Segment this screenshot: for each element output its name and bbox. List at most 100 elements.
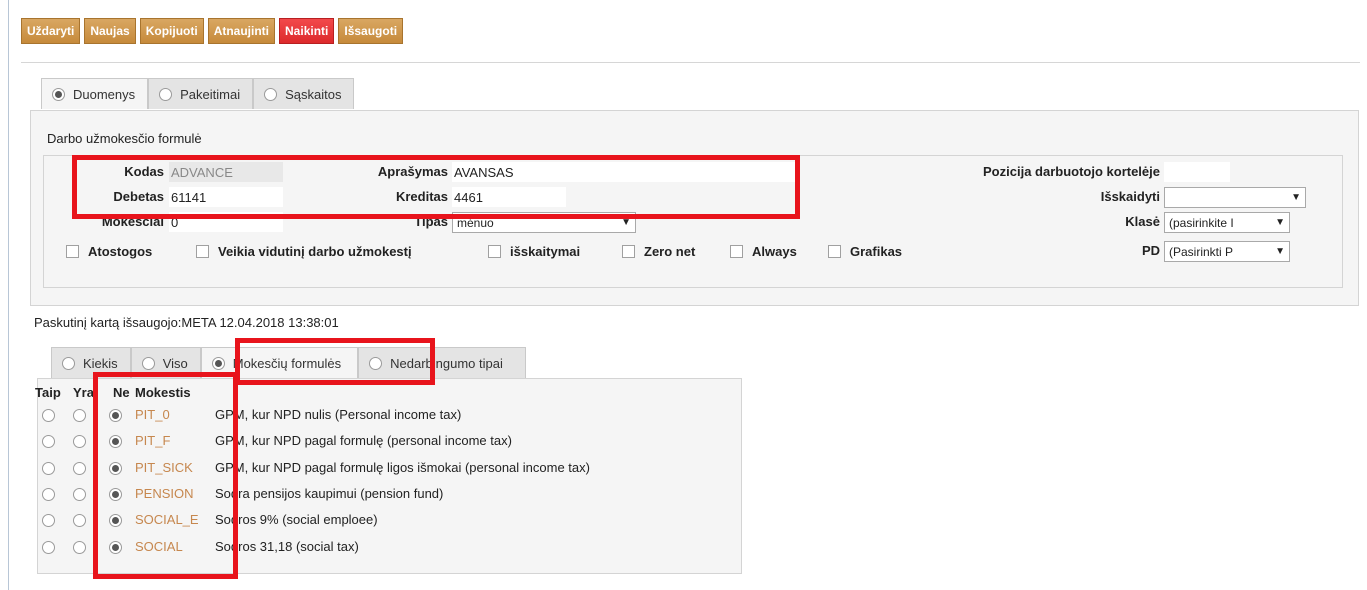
formula-fieldset: Kodas Aprašymas Pozicija darbuotojo kort…	[43, 155, 1343, 288]
debetas-field[interactable]	[169, 187, 283, 207]
refresh-button[interactable]: Atnaujinti	[207, 18, 276, 44]
header-mokestis: Mokestis	[135, 385, 191, 400]
header-ne: Ne	[113, 385, 130, 400]
vidutinis-checkbox[interactable]: Veikia vidutinį darbo užmokestį	[196, 244, 412, 259]
taip-radio[interactable]	[42, 462, 55, 475]
mokesciai-field[interactable]	[169, 212, 283, 232]
checkbox-label: Zero net	[644, 244, 696, 259]
tax-description: GPM, kur NPD nulis (Personal income tax)	[215, 407, 462, 422]
tab-saskaitos[interactable]: Sąskaitos	[253, 78, 355, 109]
yra-radio[interactable]	[73, 541, 86, 554]
ne-radio[interactable]	[109, 409, 122, 422]
radio-icon	[369, 356, 383, 370]
always-checkbox[interactable]: Always	[730, 244, 797, 259]
page-frame: Uždaryti Naujas Kopijuoti Atnaujinti Nai…	[8, 0, 1367, 590]
table-row: PIT_SICK GPM, kur NPD pagal formulę ligo…	[9, 458, 709, 480]
ne-radio[interactable]	[109, 462, 122, 475]
kreditas-field[interactable]	[452, 187, 566, 207]
taip-radio[interactable]	[42, 541, 55, 554]
zero-net-checkbox[interactable]: Zero net	[622, 244, 695, 259]
chevron-down-icon: ▼	[1291, 192, 1301, 203]
tax-code-link[interactable]: PIT_SICK	[135, 460, 193, 475]
debetas-label: Debetas	[113, 189, 164, 204]
radio-icon	[52, 87, 65, 101]
tab-label: Nedarbingumo tipai	[390, 355, 503, 371]
tax-description: Sodros 31,18 (social tax)	[215, 539, 359, 554]
delete-button[interactable]: Naikinti	[279, 18, 335, 44]
ne-radio[interactable]	[109, 541, 122, 554]
toolbar: Uždaryti Naujas Kopijuoti Atnaujinti Nai…	[21, 18, 404, 44]
tab-nedarbingumo-tipai[interactable]: Nedarbingumo tipai	[358, 347, 526, 378]
checkbox-icon	[622, 245, 635, 258]
tab-label: Duomenys	[73, 86, 136, 102]
klase-select[interactable]: (pasirinkite I ▼	[1164, 212, 1290, 233]
yra-radio[interactable]	[73, 409, 86, 422]
checkbox-icon	[730, 245, 743, 258]
tax-code-link[interactable]: PENSION	[135, 486, 194, 501]
tipas-select[interactable]: mėnuo ▼	[452, 212, 636, 233]
select-value: (Pasirinkti P	[1169, 244, 1234, 259]
tab-duomenys[interactable]: Duomenys	[41, 78, 149, 109]
radio-icon	[62, 356, 75, 370]
tab-label: Mokesčių formulės	[232, 355, 342, 371]
tax-code-link[interactable]: SOCIAL	[135, 539, 183, 554]
tab-mokesciu-formules[interactable]: Mokesčių formulės	[200, 347, 359, 378]
radio-icon	[141, 356, 155, 370]
checkbox-icon	[66, 245, 79, 258]
checkbox-label: Always	[752, 244, 797, 259]
new-button[interactable]: Naujas	[84, 18, 136, 44]
data-panel: Darbo užmokesčio formulė Kodas Aprašymas…	[30, 110, 1359, 306]
save-button[interactable]: Išsaugoti	[338, 18, 404, 44]
tab-viso[interactable]: Viso	[130, 347, 201, 378]
radio-icon	[211, 356, 225, 370]
isskaitymai-checkbox[interactable]: išskaitymai	[488, 244, 580, 259]
taip-radio[interactable]	[42, 514, 55, 527]
copy-button[interactable]: Kopijuoti	[139, 18, 204, 44]
tax-code-link[interactable]: PIT_0	[135, 407, 170, 422]
tax-description: Sodra pensijos kaupimui (pension fund)	[215, 486, 444, 501]
kreditas-label: Kreditas	[395, 189, 448, 204]
kodas-field[interactable]	[169, 162, 283, 182]
tax-description: GPM, kur NPD pagal formulę (personal inc…	[215, 433, 512, 448]
chevron-down-icon: ▼	[621, 217, 631, 228]
tab-label: Sąskaitos	[285, 86, 342, 102]
close-button[interactable]: Uždaryti	[21, 18, 81, 44]
yra-radio[interactable]	[73, 435, 86, 448]
mokesciai-label: Mokesčiai	[101, 214, 164, 229]
radio-icon	[264, 87, 278, 101]
checkbox-label: išskaitymai	[510, 244, 581, 259]
kodas-label: Kodas	[124, 164, 164, 179]
aprasymas-field[interactable]	[452, 162, 796, 182]
yra-radio[interactable]	[73, 488, 86, 501]
pozicija-field[interactable]	[1164, 162, 1230, 182]
pd-select[interactable]: (Pasirinkti P ▼	[1164, 241, 1290, 262]
table-row: PIT_0 GPM, kur NPD nulis (Personal incom…	[9, 405, 709, 427]
aprasymas-label: Aprašymas	[377, 164, 448, 179]
checkbox-icon	[196, 245, 209, 258]
ne-radio[interactable]	[109, 435, 122, 448]
ne-radio[interactable]	[109, 514, 122, 527]
yra-radio[interactable]	[73, 514, 86, 527]
yra-radio[interactable]	[73, 462, 86, 475]
isskaidyti-select[interactable]: ▼	[1164, 187, 1306, 208]
tipas-label: Tipas	[414, 214, 448, 229]
tab-kiekis[interactable]: Kiekis	[51, 347, 131, 378]
taip-radio[interactable]	[42, 488, 55, 501]
taip-radio[interactable]	[42, 435, 55, 448]
tax-code-link[interactable]: SOCIAL_E	[135, 512, 199, 527]
tab-label: Kiekis	[83, 355, 118, 371]
table-row: PIT_F GPM, kur NPD pagal formulę (person…	[9, 431, 709, 453]
isskaidyti-label: Išskaidyti	[1100, 189, 1160, 204]
tax-code-link[interactable]: PIT_F	[135, 433, 170, 448]
grafikas-checkbox[interactable]: Grafikas	[828, 244, 902, 259]
table-row: SOCIAL_E Sodros 9% (social emploee)	[9, 510, 709, 532]
checkbox-icon	[488, 245, 501, 258]
header-yra: Yra	[73, 385, 94, 400]
main-tabs: Duomenys Pakeitimai Sąskaitos	[41, 78, 355, 109]
tab-pakeitimai[interactable]: Pakeitimai	[148, 78, 254, 109]
tax-description: Sodros 9% (social emploee)	[215, 512, 378, 527]
table-row: PENSION Sodra pensijos kaupimui (pension…	[9, 484, 709, 506]
atostogos-checkbox[interactable]: Atostogos	[66, 244, 152, 259]
taip-radio[interactable]	[42, 409, 55, 422]
ne-radio[interactable]	[109, 488, 122, 501]
